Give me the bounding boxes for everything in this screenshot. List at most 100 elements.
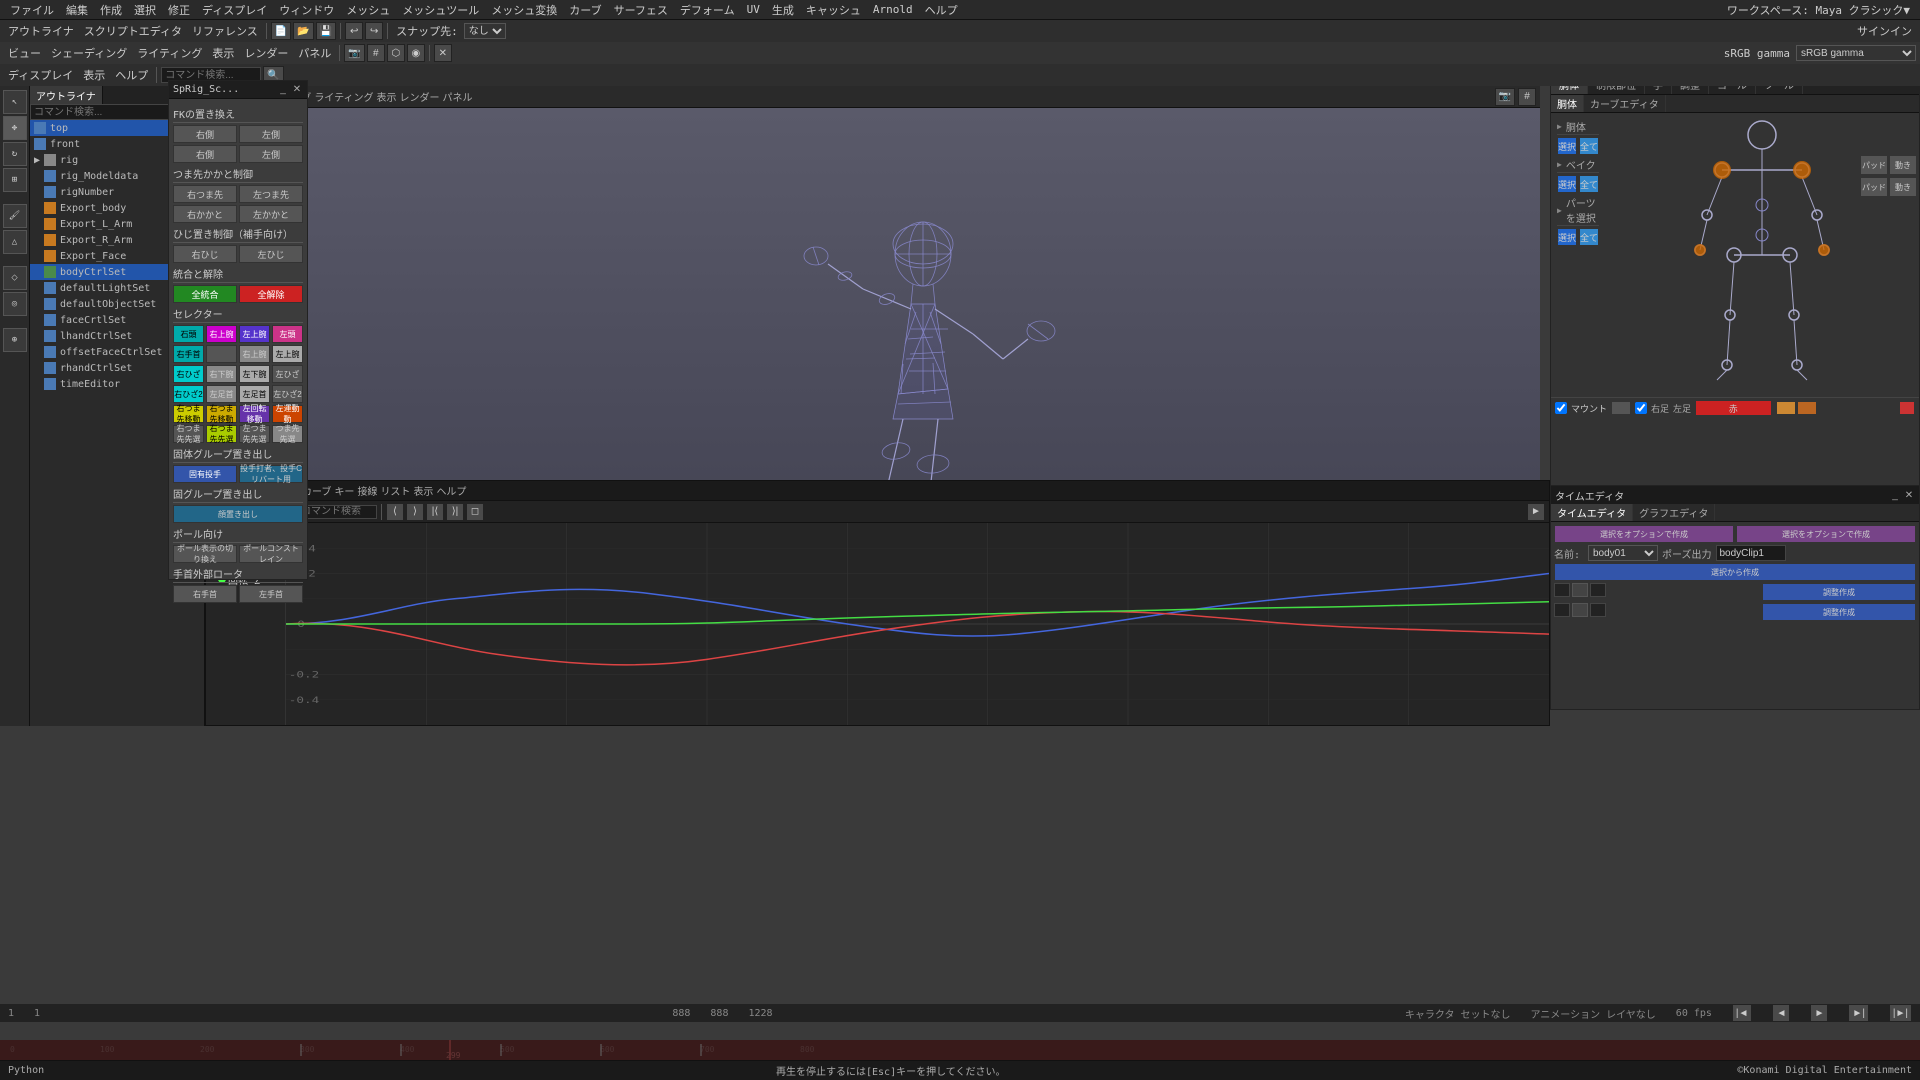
snap-select[interactable]: なし bbox=[464, 23, 506, 39]
rig-red-btn-1[interactable]: 赤 bbox=[1695, 400, 1771, 416]
select-to-option-btn[interactable]: 選択をオプションで作成 bbox=[1554, 525, 1734, 543]
btn-left[interactable]: 左側 bbox=[239, 145, 303, 163]
snap-mode-btn[interactable]: ⊕ bbox=[3, 328, 27, 352]
workspace-selector[interactable]: ワークスペース: Maya クラシック▼ bbox=[1721, 2, 1916, 18]
save-file-btn[interactable]: 💾 bbox=[316, 22, 336, 40]
graph-menu-tangent[interactable]: 接線 bbox=[357, 483, 377, 498]
graph-menu-key[interactable]: キー bbox=[334, 483, 354, 498]
sel-l-low[interactable]: 左下腕 bbox=[239, 365, 270, 383]
sel-btn-1[interactable]: 石頭 bbox=[173, 325, 204, 343]
adjust-create-btn-2[interactable]: 調整作成 bbox=[1762, 603, 1916, 621]
menu-curve[interactable]: カーブ bbox=[563, 2, 607, 18]
view-menu[interactable]: ビュー bbox=[4, 45, 45, 61]
btn-right-side[interactable]: 右側 bbox=[173, 125, 237, 143]
menu-file[interactable]: ファイル bbox=[4, 2, 60, 18]
sel-r-toe1[interactable]: 右つま先移動 bbox=[173, 405, 204, 423]
lighting-menu[interactable]: ライティング bbox=[133, 45, 206, 61]
redo-btn[interactable]: ↪ bbox=[365, 22, 383, 40]
display-menu2[interactable]: ディスプレイ bbox=[4, 67, 77, 83]
sel-l-hip[interactable]: 左ひざ bbox=[272, 365, 303, 383]
sel-l-toe2[interactable]: つま先先選 bbox=[272, 425, 303, 443]
grid-btn[interactable]: # bbox=[367, 44, 385, 62]
play-btn[interactable]: ► bbox=[1810, 1004, 1828, 1022]
btn-l-hand[interactable]: 左手首 bbox=[239, 585, 303, 603]
sel-btn-7[interactable]: 右上腕 bbox=[239, 345, 270, 363]
lasso-btn[interactable]: ⬦ bbox=[3, 266, 27, 290]
btn-export2[interactable]: 顔置き出し bbox=[173, 505, 303, 523]
pad-btn-r2[interactable]: 動き bbox=[1889, 155, 1917, 175]
rig-checkbox-2[interactable] bbox=[1635, 402, 1647, 414]
graph-nav-2[interactable]: ⟩ bbox=[406, 503, 424, 521]
show-menu2[interactable]: 表示 bbox=[79, 67, 109, 83]
sub-tab-body[interactable]: 胴体 bbox=[1551, 95, 1584, 112]
render-menu[interactable]: レンダー bbox=[240, 45, 292, 61]
undo-btn[interactable]: ↩ bbox=[345, 22, 363, 40]
menu-select[interactable]: 選択 bbox=[128, 2, 162, 18]
btn-right[interactable]: 右側 bbox=[173, 145, 237, 163]
pad-btn-r1[interactable]: パッド bbox=[1860, 155, 1888, 175]
sel-r-toe2[interactable]: 右つま先移動 bbox=[206, 405, 237, 423]
open-file-btn[interactable]: 📂 bbox=[293, 22, 313, 40]
sel-btn-2[interactable]: 右上腕 bbox=[206, 325, 237, 343]
adjust-create-btn[interactable]: 調整作成 bbox=[1762, 583, 1916, 601]
viewport-grid-btn[interactable]: # bbox=[1518, 88, 1536, 106]
btn-export-hold[interactable]: 固有投手 bbox=[173, 465, 237, 483]
shading-menu[interactable]: シェーディング bbox=[47, 45, 131, 61]
btn-right-tip[interactable]: 右つま先 bbox=[173, 185, 237, 203]
sel-r-toe3[interactable]: 右つま先先選 bbox=[173, 425, 204, 443]
lower-tab-timeline[interactable]: タイムエディタ bbox=[1551, 504, 1633, 521]
play-fwd-btn[interactable]: |►| bbox=[1889, 1004, 1912, 1022]
signin-btn[interactable]: サインイン bbox=[1853, 23, 1916, 39]
menu-meshtool[interactable]: メッシュツール bbox=[396, 2, 485, 18]
menu-window[interactable]: ウィンドウ bbox=[273, 2, 340, 18]
body-select-btn[interactable]: 選択 bbox=[1557, 137, 1577, 155]
sel-btn-3[interactable]: 左上腕 bbox=[239, 325, 270, 343]
sel-btn-5[interactable]: 右手首 bbox=[173, 345, 204, 363]
menu-cache[interactable]: キャッシュ bbox=[800, 2, 867, 18]
body-select[interactable]: body01 bbox=[1588, 545, 1658, 561]
btn-all-unite[interactable]: 全統合 bbox=[173, 285, 237, 303]
btn-export-other[interactable]: 投手打者、投手Cリバート用 bbox=[239, 465, 303, 483]
menu-arnold[interactable]: Arnold bbox=[867, 3, 919, 16]
viewport-cam-btn[interactable]: 📷 bbox=[1495, 88, 1515, 106]
colorspace-select[interactable]: sRGB gamma bbox=[1796, 45, 1916, 61]
toolbar-reference[interactable]: リファレンス bbox=[188, 23, 262, 39]
sel-r-hip[interactable]: 右ひざ bbox=[173, 365, 204, 383]
scale-tool-btn[interactable]: ⊞ bbox=[3, 168, 27, 192]
step-fwd-btn[interactable]: ►| bbox=[1848, 1004, 1869, 1022]
select-tool-btn[interactable]: ↖ bbox=[3, 90, 27, 114]
btn-r-hand[interactable]: 右手首 bbox=[173, 585, 237, 603]
new-file-btn[interactable]: 📄 bbox=[271, 22, 291, 40]
cam-btn[interactable]: 📷 bbox=[344, 44, 364, 62]
paint-tool-btn[interactable]: 🖌 bbox=[3, 204, 27, 228]
menu-mesh[interactable]: メッシュ bbox=[340, 2, 396, 18]
sel-btn-8[interactable]: 左上腕 bbox=[272, 345, 303, 363]
help-menu2[interactable]: ヘルプ bbox=[111, 67, 152, 83]
sculpt-btn[interactable]: △ bbox=[3, 230, 27, 254]
graph-frame-btn[interactable]: ◻ bbox=[466, 503, 484, 521]
btn-left-tip[interactable]: 左つま先 bbox=[239, 185, 303, 203]
spring-panel-min-btn[interactable]: _ bbox=[277, 84, 289, 96]
soft-select-btn[interactable]: ◎ bbox=[3, 292, 27, 316]
pad-btn-r4[interactable]: 動き bbox=[1889, 177, 1917, 197]
lower-tab-graph[interactable]: グラフエディタ bbox=[1633, 504, 1715, 521]
graph-nav-1[interactable]: ⟨ bbox=[386, 503, 404, 521]
toolbar-scripteditor[interactable]: スクリプトエディタ bbox=[80, 23, 186, 39]
menu-help[interactable]: ヘルプ bbox=[919, 2, 964, 18]
parts-select-btn[interactable]: 選択 bbox=[1557, 228, 1577, 246]
tab-outliner[interactable]: アウトライナ bbox=[30, 86, 103, 104]
graph-search-input[interactable] bbox=[297, 505, 377, 519]
rotate-tool-btn[interactable]: ↻ bbox=[3, 142, 27, 166]
mount-checkbox[interactable] bbox=[1555, 402, 1567, 414]
btn-pole-constraint[interactable]: ポールコンストレイン bbox=[239, 545, 303, 563]
graph-nav-4[interactable]: ⟩| bbox=[446, 503, 464, 521]
sel-btn-6[interactable] bbox=[206, 345, 237, 363]
sel-l-ankle[interactable]: 左足首 bbox=[206, 385, 237, 403]
menu-deform[interactable]: デフォーム bbox=[674, 2, 741, 18]
sel-l-move[interactable]: 左運動動 bbox=[272, 405, 303, 423]
wireframe-btn[interactable]: ⬡ bbox=[387, 44, 405, 62]
move-tool-btn[interactable]: ✥ bbox=[3, 116, 27, 140]
graph-end-btn[interactable]: ► bbox=[1527, 503, 1545, 521]
parts-all-btn[interactable]: 全て bbox=[1579, 228, 1599, 246]
spring-panel-close-btn[interactable]: ✕ bbox=[291, 84, 303, 96]
